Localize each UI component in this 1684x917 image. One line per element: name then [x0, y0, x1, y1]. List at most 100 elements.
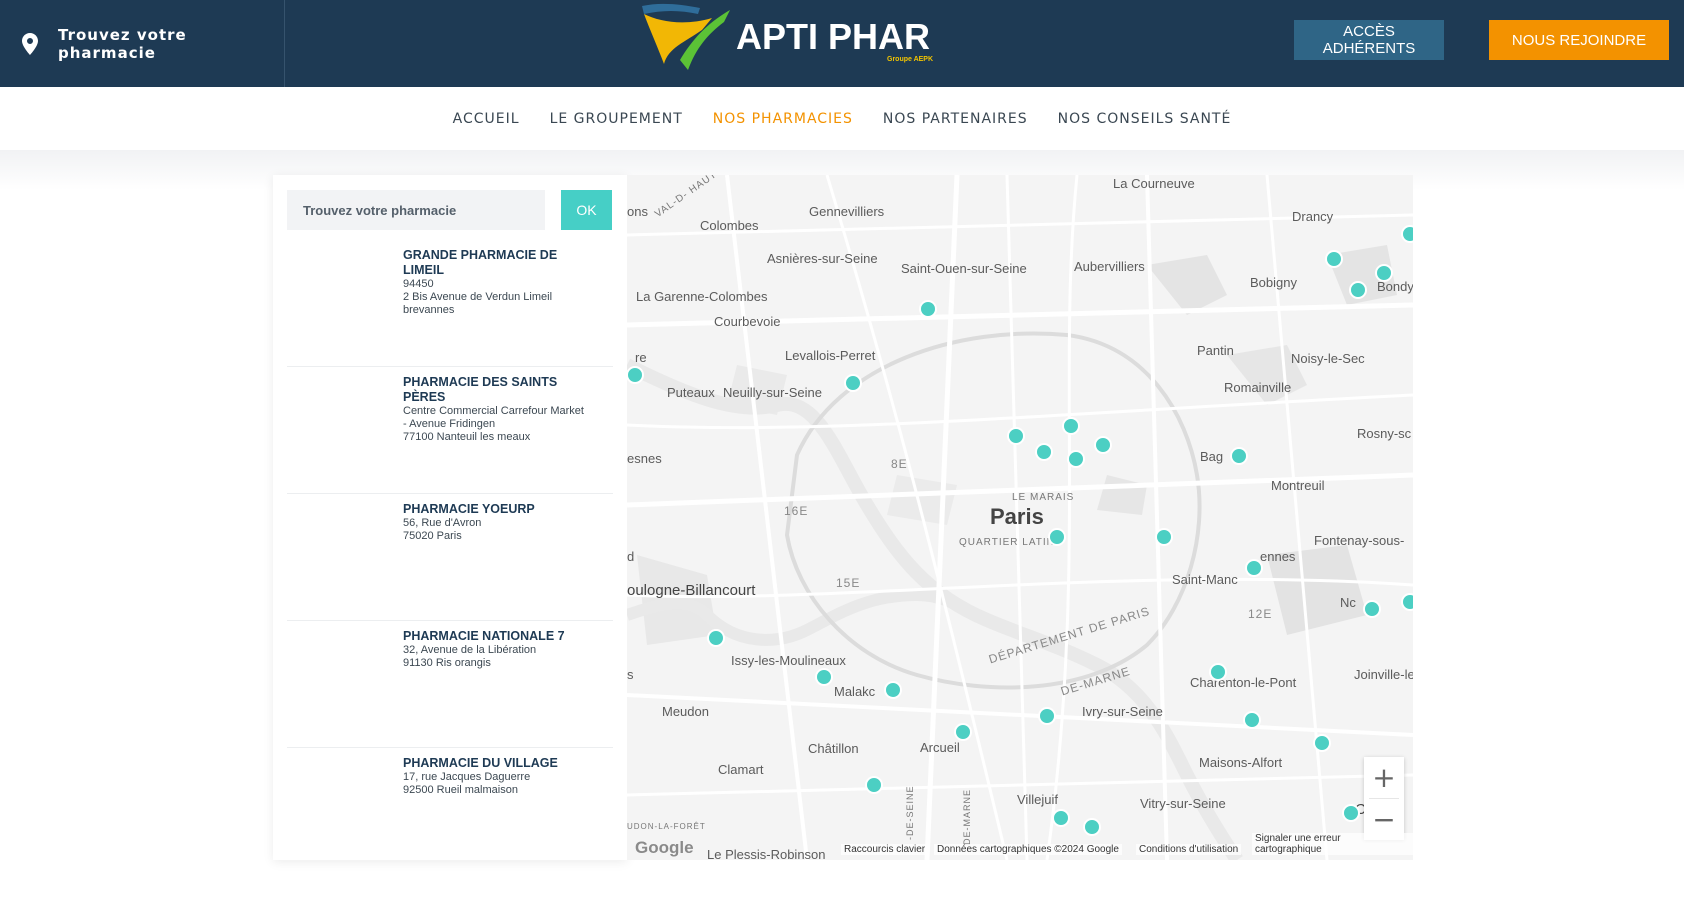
map-label-15e: 15E [836, 576, 861, 590]
map-label-12e: 12E [1248, 607, 1273, 621]
address-line: Centre Commercial Carrefour Market [403, 405, 584, 417]
zoom-controls: + − [1364, 757, 1404, 840]
join-us-button[interactable]: NOUS REJOINDRE [1489, 20, 1669, 60]
pharmacy-marker[interactable] [1062, 417, 1080, 435]
pharmacy-name: PHARMACIE YOEURP [403, 502, 535, 516]
pharmacy-marker[interactable] [954, 723, 972, 741]
pharmacy-marker[interactable] [1342, 804, 1360, 822]
logo-wordmark: APTI PHAR [736, 16, 931, 57]
map-label-neuilly: Neuilly-sur-Seine [723, 385, 822, 400]
report-error-link[interactable]: Signaler une erreur cartographique [1252, 833, 1413, 855]
terms-link[interactable]: Conditions d'utilisation [1136, 844, 1242, 855]
pharmacy-marker[interactable] [707, 629, 725, 647]
nav-item-pharmacies[interactable]: NOS PHARMACIES [713, 111, 853, 127]
address-line: 32, Avenue de la Libération [403, 644, 537, 656]
address-line: 17, rue Jacques Daguerre [403, 771, 531, 783]
map-label-ons: ons [627, 204, 648, 219]
members-access-button[interactable]: ACCÈS ADHÉRENTS [1294, 20, 1444, 60]
pharmacy-marker[interactable] [1349, 281, 1367, 299]
pharmacy-marker[interactable] [1067, 450, 1085, 468]
list-item[interactable]: PHARMACIE NATIONALE 7 32, Avenue de la L… [287, 621, 613, 748]
map-label-marais: LE MARAIS [1012, 492, 1075, 503]
pharmacy-marker[interactable] [1363, 600, 1381, 618]
map-label-levallois: Levallois-Perret [785, 348, 876, 363]
map-label-d: d [627, 549, 635, 564]
map-label-romainville: Romainville [1224, 380, 1292, 395]
address-line: 92500 Rueil malmaison [403, 784, 518, 796]
map-label-boulogne: oulogne-Billancourt [627, 582, 756, 599]
pharmacy-list: GRANDE PHARMACIE DE LIMEIL 94450 2 Bis A… [287, 240, 613, 874]
search-ok-button[interactable]: OK [561, 190, 612, 230]
pharmacy-marker[interactable] [1313, 734, 1331, 752]
map-label-saint-ouen: Saint-Ouen-sur-Seine [901, 261, 1027, 276]
pharmacy-marker[interactable] [1375, 264, 1393, 282]
pharmacy-marker[interactable] [1035, 443, 1053, 461]
pharmacy-marker[interactable] [865, 776, 883, 794]
map-label-meudon: Meudon [662, 704, 709, 719]
pharmacy-marker[interactable] [1230, 447, 1248, 465]
find-pharmacy-label: Trouvez votre pharmacie [58, 25, 187, 62]
pharmacy-marker[interactable] [1325, 250, 1343, 268]
map-label-8e: 8E [891, 457, 908, 471]
pharmacy-marker[interactable] [1007, 427, 1025, 445]
nav-item-groupement[interactable]: LE GROUPEMENT [550, 111, 683, 127]
map-data-credit: Données cartographiques ©2024 Google [934, 844, 1122, 855]
pharmacy-marker[interactable] [1155, 528, 1173, 546]
keyboard-shortcuts-link[interactable]: Raccourcis clavier [841, 844, 929, 855]
map-label-rosny: Rosny-sc [1357, 426, 1412, 441]
pharmacy-marker[interactable] [919, 300, 937, 318]
map-label-saint-mande: Saint-Manc [1172, 572, 1238, 587]
zoom-in-button[interactable]: + [1364, 757, 1404, 798]
map-label-s: s [627, 667, 634, 682]
map-label-drancy: Drancy [1292, 209, 1334, 224]
map-label-maisons-alfort: Maisons-Alfort [1199, 755, 1283, 770]
top-bar: Trouvez votre pharmacie APTI PHAR Groupe… [0, 0, 1684, 87]
nav-item-accueil[interactable]: ACCUEIL [453, 111, 520, 127]
pharmacy-marker[interactable] [1401, 593, 1413, 611]
map-label-chatillon: Châtillon [808, 741, 859, 756]
nav-item-partenaires[interactable]: NOS PARTENAIRES [883, 111, 1028, 127]
pharmacy-marker[interactable] [1038, 707, 1056, 725]
pharmacy-address: Centre Commercial Carrefour Market - Ave… [403, 405, 603, 444]
address-line: 91130 Ris orangis [403, 657, 491, 669]
nav-item-conseils[interactable]: NOS CONSEILS SANTÉ [1058, 111, 1232, 127]
pharmacy-search-input[interactable] [287, 190, 545, 230]
map-label-paris: Paris [990, 504, 1044, 529]
logo-subtitle: Groupe AEPK [887, 56, 934, 63]
pharmacy-name: GRANDE PHARMACIE DE LIMEIL [403, 248, 558, 277]
pharmacy-map[interactable]: La Courneuve Drancy Colombes Gennevillie… [627, 175, 1413, 860]
pharmacy-marker[interactable] [884, 681, 902, 699]
address-line: 75020 Paris [403, 530, 462, 542]
pharmacy-marker[interactable] [1401, 225, 1413, 243]
list-item[interactable]: PHARMACIE YOEURP 56, Rue d'Avron 75020 P… [287, 494, 613, 621]
list-item[interactable]: PHARMACIE DES SAINTS PÈRES Centre Commer… [287, 367, 613, 494]
pharmacy-address: 17, rue Jacques Daguerre 92500 Rueil mal… [403, 771, 603, 797]
map-label-meudon-la-foret: UDON-LA-FORÊT [627, 822, 706, 831]
address-line: 94450 [403, 278, 434, 290]
list-item[interactable]: GRANDE PHARMACIE DE LIMEIL 94450 2 Bis A… [287, 240, 613, 367]
map-label-puteaux: Puteaux [667, 385, 715, 400]
list-item[interactable]: PHARMACIE DU VILLAGE 17, rue Jacques Dag… [287, 748, 613, 874]
pharmacy-marker[interactable] [1052, 809, 1070, 827]
map-label-charenton: Charenton-le-Pont [1190, 675, 1297, 690]
map-label-vincennes: ennes [1260, 549, 1296, 564]
pharmacy-marker[interactable] [844, 374, 862, 392]
find-pharmacy-link[interactable]: Trouvez votre pharmacie [0, 0, 285, 87]
pharmacy-name: PHARMACIE NATIONALE 7 [403, 629, 565, 643]
aptiphar-logo[interactable]: APTI PHAR Groupe AEPK [640, 0, 960, 72]
pharmacy-marker[interactable] [815, 668, 833, 686]
pharmacy-marker[interactable] [1243, 711, 1261, 729]
map-label-nogent: Nc [1340, 595, 1356, 610]
pharmacy-marker[interactable] [1048, 528, 1066, 546]
pharmacy-marker[interactable] [1083, 818, 1101, 836]
logo-mark-icon [642, 3, 730, 70]
map-label-montreuil: Montreuil [1271, 478, 1325, 493]
pharmacy-name: PHARMACIE DES SAINTS PÈRES [403, 375, 558, 404]
pharmacy-address: 94450 2 Bis Avenue de Verdun Limeil brev… [403, 278, 603, 317]
google-logo[interactable]: Google [635, 838, 694, 858]
pharmacy-marker[interactable] [1094, 436, 1112, 454]
map-label-villejuif: Villejuif [1017, 792, 1058, 807]
pharmacy-marker[interactable] [1209, 663, 1227, 681]
map-label-gennevilliers: Gennevilliers [809, 204, 885, 219]
pharmacy-marker[interactable] [1245, 559, 1263, 577]
